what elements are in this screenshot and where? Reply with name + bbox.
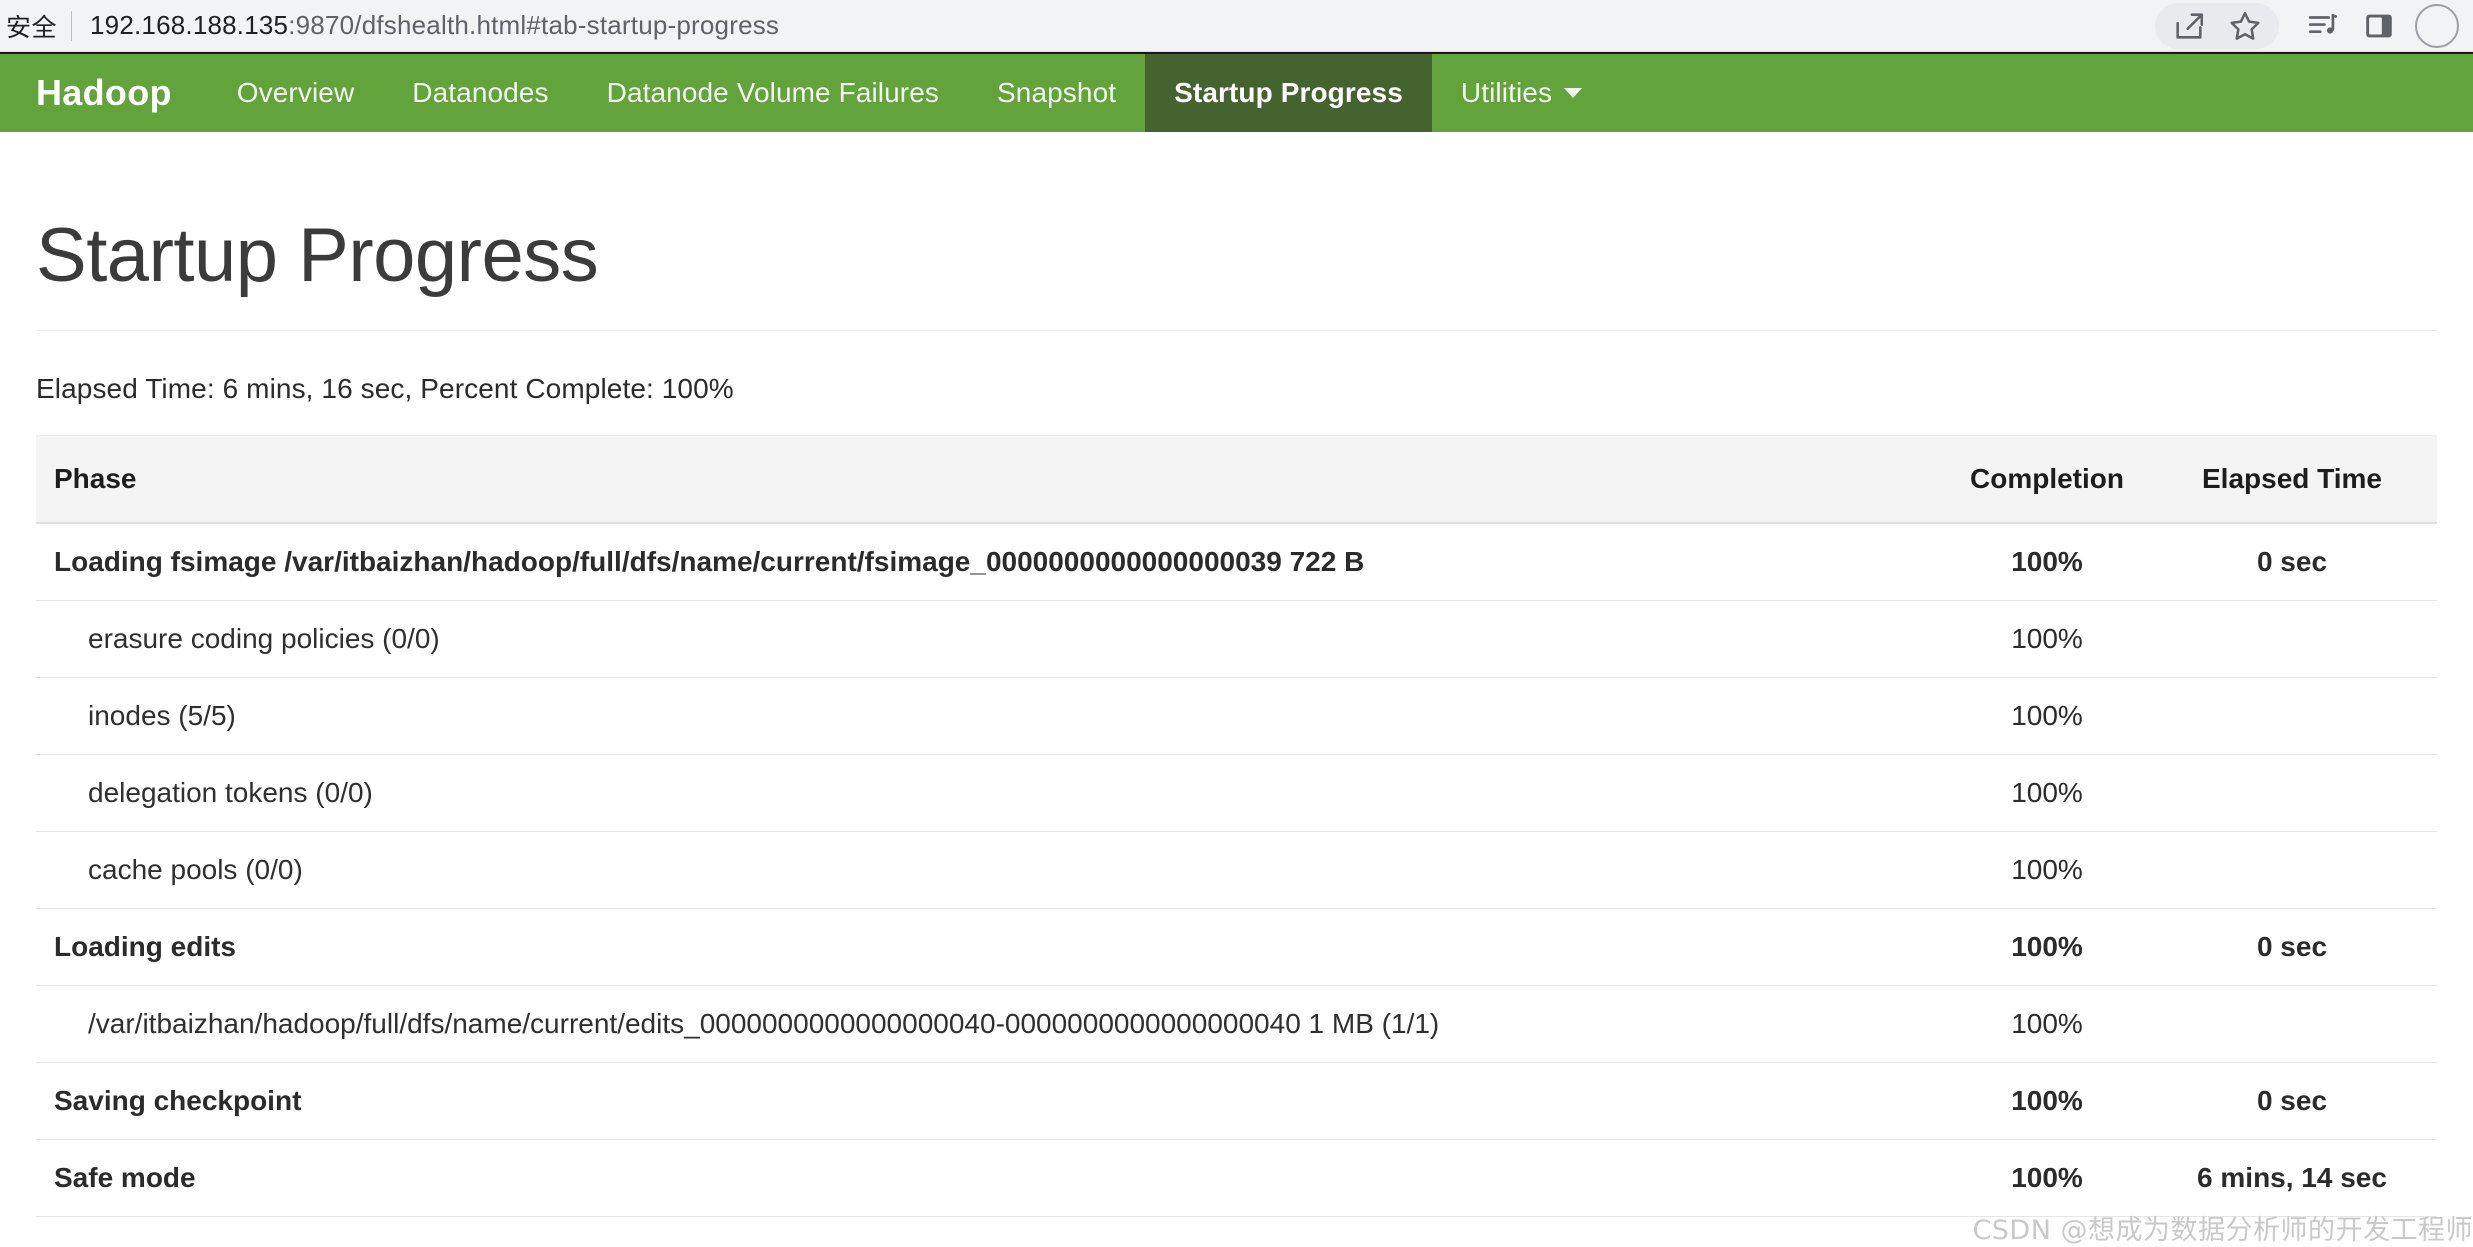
nav-item-label: Overview <box>236 77 355 108</box>
table-row: cache pools (0/0) 100% <box>36 831 2437 909</box>
table-row: Loading fsimage /var/itbaizhan/hadoop/fu… <box>36 522 2437 601</box>
nav-item-label: Datanode Volume Failures <box>606 77 939 108</box>
cell-phase: inodes (5/5) <box>36 677 1947 755</box>
table-row: delegation tokens (0/0) 100% <box>36 754 2437 832</box>
page-title: Startup Progress <box>36 213 599 298</box>
startup-summary-text: Elapsed Time: 6 mins, 16 sec, Percent Co… <box>36 372 734 404</box>
table-row: erasure coding policies (0/0) 100% <box>36 600 2437 678</box>
cell-elapsed-time: 0 sec <box>2147 1062 2437 1140</box>
security-status-label: 安全 <box>6 13 58 42</box>
media-playlist-icon[interactable] <box>2295 3 2351 49</box>
cell-phase: Loading fsimage /var/itbaizhan/hadoop/fu… <box>36 522 1947 601</box>
nav-item-label: Snapshot <box>997 77 1117 108</box>
cell-elapsed-time <box>2147 831 2437 909</box>
browser-action-bar <box>2155 2 2459 49</box>
column-header-phase: Phase <box>36 434 1947 524</box>
cell-completion: 100% <box>1947 600 2147 678</box>
url-path: :9870/dfshealth.html#tab-startup-progres… <box>288 10 780 40</box>
cell-elapsed-time: 0 sec <box>2147 908 2437 986</box>
nav-item-datanode-volume-failures[interactable]: Datanode Volume Failures <box>578 54 968 132</box>
cell-elapsed-time <box>2147 754 2437 832</box>
table-row: Loading edits 100% 0 sec <box>36 908 2437 986</box>
cell-completion: 100% <box>1947 677 2147 755</box>
omnibox-action-pill <box>2155 2 2279 49</box>
nav-item-datanodes[interactable]: Datanodes <box>383 54 577 132</box>
cell-elapsed-time <box>2147 985 2437 1063</box>
side-panel-icon[interactable] <box>2351 3 2407 49</box>
table-header-row: Phase Completion Elapsed Time <box>36 434 2437 524</box>
nav-item-snapshot[interactable]: Snapshot <box>968 54 1145 132</box>
cell-phase: Safe mode <box>36 1139 1947 1217</box>
cell-phase: cache pools (0/0) <box>36 831 1947 909</box>
chevron-down-icon <box>1564 88 1583 98</box>
address-bar[interactable]: 安全 192.168.188.135:9870/dfshealth.html#t… <box>0 0 2155 52</box>
table-body: Loading fsimage /var/itbaizhan/hadoop/fu… <box>36 522 2437 1217</box>
cell-phase: Saving checkpoint <box>36 1062 1947 1140</box>
startup-progress-table: Phase Completion Elapsed Time Loading fs… <box>36 434 2437 1217</box>
profile-avatar[interactable] <box>2415 3 2459 48</box>
url-text: 192.168.188.135:9870/dfshealth.html#tab-… <box>90 10 779 41</box>
table-row: inodes (5/5) 100% <box>36 677 2437 755</box>
cell-elapsed-time <box>2147 600 2437 678</box>
hadoop-navbar: Hadoop Overview Datanodes Datanode Volum… <box>0 52 2473 132</box>
nav-item-utilities[interactable]: Utilities <box>1432 54 1611 132</box>
cell-completion: 100% <box>1947 522 2147 601</box>
cell-phase: Loading edits <box>36 908 1947 986</box>
brand-hadoop[interactable]: Hadoop <box>0 54 208 132</box>
cell-completion: 100% <box>1947 1062 2147 1140</box>
nav-item-label: Startup Progress <box>1174 77 1403 108</box>
table-row: /var/itbaizhan/hadoop/full/dfs/name/curr… <box>36 985 2437 1063</box>
cell-elapsed-time <box>2147 677 2437 755</box>
cell-elapsed-time: 0 sec <box>2147 522 2437 601</box>
table-row: Safe mode 100% 6 mins, 14 sec <box>36 1139 2437 1217</box>
nav-items: Overview Datanodes Datanode Volume Failu… <box>208 54 1611 132</box>
title-divider <box>36 329 2437 331</box>
url-host: 192.168.188.135 <box>90 10 289 40</box>
nav-item-label: Datanodes <box>412 77 549 108</box>
cell-elapsed-time: 6 mins, 14 sec <box>2147 1139 2437 1217</box>
nav-item-startup-progress[interactable]: Startup Progress <box>1145 54 1432 132</box>
share-icon[interactable] <box>2161 3 2217 49</box>
star-icon[interactable] <box>2217 3 2273 49</box>
cell-completion: 100% <box>1947 1139 2147 1217</box>
column-header-completion: Completion <box>1947 434 2147 524</box>
table-header: Phase Completion Elapsed Time <box>36 434 2437 524</box>
table-row: Saving checkpoint 100% 0 sec <box>36 1062 2437 1140</box>
nav-item-overview[interactable]: Overview <box>208 54 384 132</box>
cell-completion: 100% <box>1947 908 2147 986</box>
page-container: Startup Progress Elapsed Time: 6 mins, 1… <box>0 213 2473 1246</box>
cell-phase: erasure coding policies (0/0) <box>36 600 1947 678</box>
browser-chrome: 安全 192.168.188.135:9870/dfshealth.html#t… <box>0 0 2473 52</box>
cell-completion: 100% <box>1947 831 2147 909</box>
cell-completion: 100% <box>1947 754 2147 832</box>
nav-item-label: Utilities <box>1460 77 1553 108</box>
cell-phase: delegation tokens (0/0) <box>36 754 1947 832</box>
cell-phase: /var/itbaizhan/hadoop/full/dfs/name/curr… <box>36 985 1947 1063</box>
omnibox-divider <box>71 10 73 41</box>
column-header-elapsed-time: Elapsed Time <box>2147 434 2437 524</box>
cell-completion: 100% <box>1947 985 2147 1063</box>
